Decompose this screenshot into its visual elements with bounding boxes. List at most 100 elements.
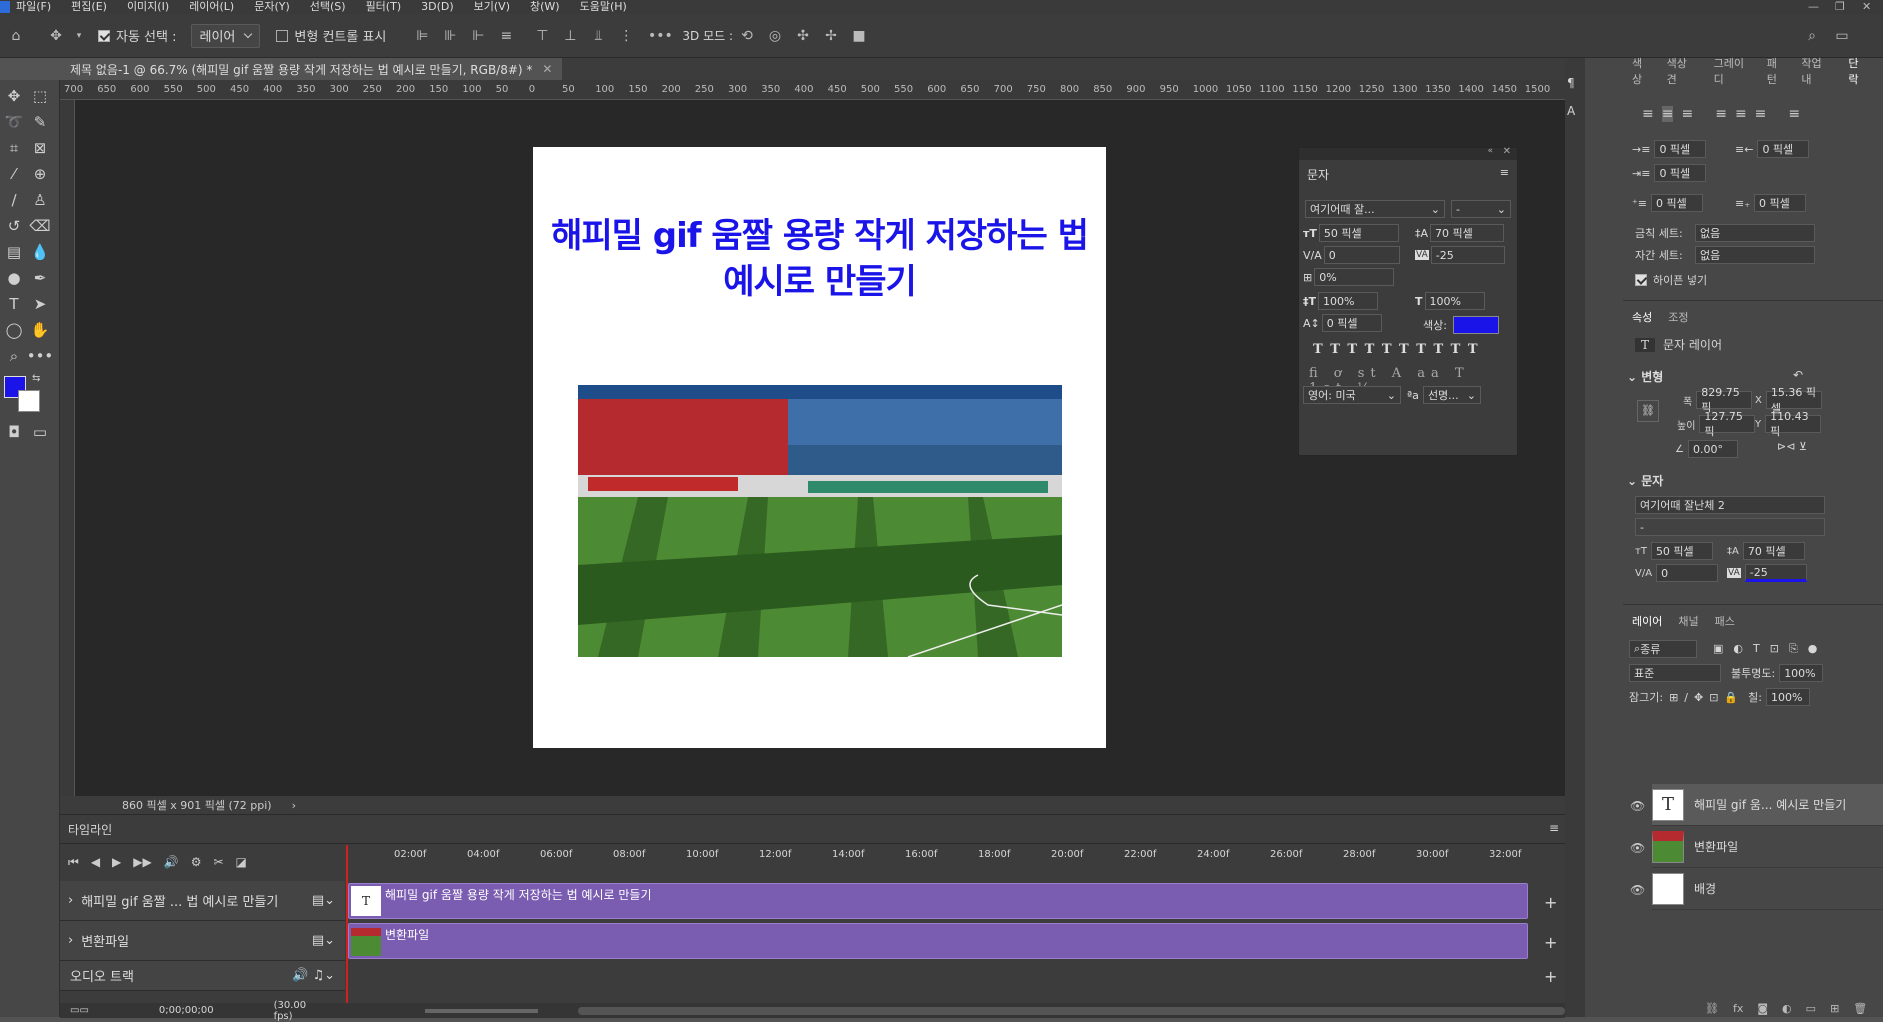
align-hcenter-icon[interactable]: ⊪ bbox=[440, 26, 460, 46]
menu-type[interactable]: 문자(Y) bbox=[254, 0, 290, 14]
align-vcenter-icon[interactable]: ⊥ bbox=[560, 26, 580, 46]
3d-orbit-icon[interactable]: ⟲ bbox=[737, 26, 757, 46]
transition-icon[interactable]: ◪ bbox=[236, 855, 247, 870]
frame-tool-icon[interactable]: ⊠ bbox=[28, 136, 52, 160]
font-size-field[interactable]: 50 픽셀 bbox=[1318, 224, 1399, 242]
properties-tracking-field[interactable]: -25 bbox=[1744, 564, 1807, 582]
add-media-icon[interactable]: + bbox=[1544, 933, 1557, 952]
chevron-down-icon[interactable]: ▾ bbox=[74, 26, 84, 46]
menu-select[interactable]: 선택(S) bbox=[310, 0, 346, 14]
menu-layer[interactable]: 레이어(L) bbox=[189, 0, 234, 14]
audio-options-icon[interactable]: 🔊 ♫⌄ bbox=[292, 968, 335, 983]
workspace-icon[interactable]: ▭ bbox=[1832, 26, 1852, 46]
first-frame-icon[interactable]: ⏮ bbox=[68, 855, 79, 870]
menu-view[interactable]: 보기(V) bbox=[474, 0, 510, 14]
quick-select-tool-icon[interactable]: ✎ bbox=[28, 110, 52, 134]
tab-paths[interactable]: 패스 bbox=[1715, 613, 1735, 629]
fx-icon[interactable]: fx bbox=[1733, 1002, 1743, 1015]
panel-menu-icon[interactable]: ≡ bbox=[1500, 166, 1509, 179]
shape-tool-icon[interactable]: ◯ bbox=[2, 318, 26, 342]
layer-filter-kind-select[interactable]: ⌕ 종류 bbox=[1629, 640, 1697, 658]
filter-toggle-icon[interactable]: ● bbox=[1808, 642, 1818, 656]
timeline-scrollbar[interactable] bbox=[577, 1006, 1566, 1015]
indent-right-field[interactable]: 0 픽셀 bbox=[1757, 140, 1810, 158]
layer-filter-icons[interactable]: ▣ ◐ T ⊡ ⎘ ● bbox=[1713, 642, 1817, 656]
opacity-field[interactable]: 100% bbox=[1779, 664, 1824, 682]
tab-adjustments[interactable]: 조정 bbox=[1668, 309, 1688, 325]
brush-tool-icon[interactable]: ∕ bbox=[2, 188, 26, 212]
font-style-select[interactable]: - ⌄ bbox=[1451, 200, 1511, 218]
stamp-tool-icon[interactable]: ♙ bbox=[28, 188, 52, 212]
paragraph-align-buttons[interactable]: ≡ ≡ ≡ ≡ ≡ ≡ ≡ bbox=[1642, 106, 1800, 122]
align-right-icon[interactable]: ⊩ bbox=[468, 26, 488, 46]
move-tool-icon[interactable]: ✥ bbox=[46, 26, 66, 46]
text-style-buttons[interactable]: TTTTTTTTTT bbox=[1313, 342, 1486, 357]
move-tool-icon[interactable]: ✥ bbox=[2, 84, 26, 108]
filter-type-icon[interactable]: T bbox=[1753, 642, 1760, 656]
align-bottom-icon[interactable]: ⫫ bbox=[588, 26, 608, 46]
height-field[interactable]: 127.75 픽 bbox=[1699, 410, 1756, 438]
tsume-field[interactable]: 0% bbox=[1314, 268, 1395, 286]
tab-channels[interactable]: 채널 bbox=[1678, 613, 1698, 629]
type-section-title[interactable]: ⌄ 문자 bbox=[1627, 472, 1663, 489]
menu-window[interactable]: 창(W) bbox=[530, 0, 560, 14]
hand-tool-icon[interactable]: ✋ bbox=[28, 318, 52, 342]
hyphenate-checkbox[interactable] bbox=[1635, 274, 1647, 286]
timeline-ruler[interactable]: 02:00f 04:00f 06:00f 08:00f 10:00f 12:00f 14:0… bbox=[346, 843, 1536, 869]
space-before-field[interactable]: 0 픽셀 bbox=[1651, 194, 1704, 212]
crop-tool-icon[interactable]: ⌗ bbox=[2, 136, 26, 160]
layer-row-image[interactable]: 변환파일 bbox=[1652, 826, 1883, 868]
tab-gradients[interactable]: 그레이디 bbox=[1714, 55, 1751, 87]
zoom-tool-icon[interactable]: ⌕ bbox=[2, 344, 26, 368]
audio-icon[interactable]: 🔊 bbox=[164, 855, 179, 870]
add-media-icon[interactable]: + bbox=[1544, 893, 1557, 912]
restore-icon[interactable]: ❐ bbox=[1835, 0, 1845, 14]
blur-tool-icon[interactable]: 💧 bbox=[28, 240, 52, 264]
tab-layers[interactable]: 레이어 bbox=[1632, 613, 1662, 629]
close-window-icon[interactable]: ✕ bbox=[1862, 0, 1871, 14]
stadium-photo[interactable] bbox=[578, 385, 1062, 657]
close-tab-icon[interactable]: ✕ bbox=[542, 62, 552, 76]
character-panel-title[interactable]: 문자 bbox=[1307, 166, 1329, 183]
blend-mode-select[interactable]: 표준 bbox=[1629, 664, 1721, 682]
track-header-text[interactable]: › 해피밀 gif 움짤 ... 법 예시로 만들기 ▤⌄ bbox=[60, 881, 345, 921]
track-header-image[interactable]: › 변환파일 ▤⌄ bbox=[60, 921, 345, 961]
track-options-icon[interactable]: ▤⌄ bbox=[312, 893, 335, 908]
3d-slide-icon[interactable]: ✢ bbox=[821, 26, 841, 46]
tab-paragraph[interactable]: 단락 bbox=[1848, 55, 1867, 87]
play-icon[interactable]: ▶ bbox=[112, 855, 121, 870]
properties-leading-field[interactable]: 70 픽셀 bbox=[1742, 542, 1805, 560]
visibility-eye-icon[interactable]: 👁 bbox=[1630, 799, 1646, 813]
marquee-tool-icon[interactable]: ⬚ bbox=[28, 84, 52, 108]
distribute-v-icon[interactable]: ⋮ bbox=[616, 26, 636, 46]
paragraph-panel-icon[interactable]: ¶ bbox=[1567, 76, 1575, 90]
font-family-select[interactable]: 여기어때 잘... ⌄ bbox=[1305, 200, 1445, 218]
align-top-icon[interactable]: ⊤ bbox=[532, 26, 552, 46]
eraser-tool-icon[interactable]: ⌫ bbox=[28, 214, 52, 238]
y-field[interactable]: 110.43 픽 bbox=[1765, 410, 1822, 438]
character-panel-icon[interactable]: A bbox=[1567, 104, 1575, 118]
status-arrow-icon[interactable]: › bbox=[292, 799, 296, 812]
audio-track-header[interactable]: 오디오 트랙 🔊 ♫⌄ bbox=[60, 961, 345, 991]
search-icon[interactable]: ⌕ bbox=[1802, 26, 1822, 46]
indent-first-field[interactable]: 0 픽셀 bbox=[1654, 164, 1707, 182]
filter-adjust-icon[interactable]: ◐ bbox=[1733, 642, 1743, 656]
justify-all-icon[interactable]: ≡ bbox=[1788, 106, 1800, 122]
new-layer-icon[interactable]: ⊞ bbox=[1830, 1002, 1839, 1015]
horizontal-scale-field[interactable]: 100% bbox=[1424, 292, 1485, 310]
menu-help[interactable]: 도움말(H) bbox=[580, 0, 627, 14]
lasso-tool-icon[interactable]: ➰ bbox=[2, 110, 26, 134]
kerning-field[interactable]: 0 bbox=[1323, 246, 1400, 264]
split-icon[interactable]: ✂ bbox=[213, 855, 223, 870]
3d-pan-icon[interactable]: ✣ bbox=[793, 26, 813, 46]
canvas-title-text[interactable]: 해피밀 gif 움짤 용량 작게 저장하는 법 예시로 만들기 bbox=[533, 213, 1106, 305]
track-options-icon[interactable]: ▤⌄ bbox=[312, 933, 335, 948]
new-group-icon[interactable]: ▭ bbox=[1806, 1002, 1816, 1015]
properties-kerning-field[interactable]: 0 bbox=[1656, 564, 1719, 582]
width-field[interactable]: 829.75 픽 bbox=[1696, 386, 1753, 414]
add-audio-icon[interactable]: + bbox=[1544, 967, 1557, 986]
prev-frame-icon[interactable]: ◀ bbox=[91, 855, 100, 870]
expand-icon[interactable]: › bbox=[68, 893, 73, 908]
tab-patterns[interactable]: 패턴 bbox=[1767, 55, 1786, 87]
menu-image[interactable]: 이미지(I) bbox=[127, 0, 169, 14]
